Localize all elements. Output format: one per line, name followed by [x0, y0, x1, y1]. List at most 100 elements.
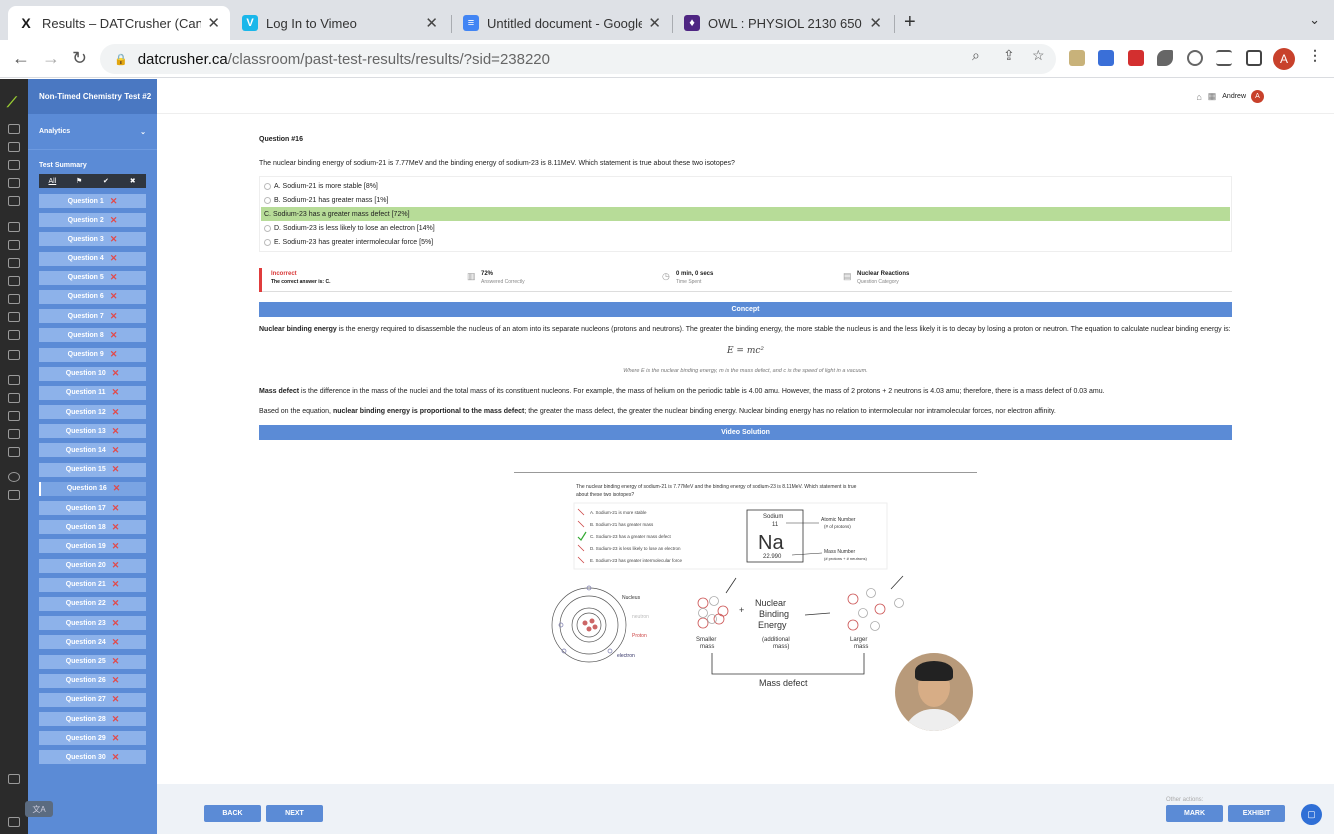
tab-search-chevron-icon[interactable]: ⌄ — [1309, 12, 1320, 28]
filter-flagged-icon[interactable]: ⚑ — [66, 174, 93, 188]
extension-pdf-icon[interactable] — [1128, 50, 1144, 66]
sidebar-question-item[interactable]: Question 25 ✕ — [39, 654, 146, 669]
sidebar-question-item[interactable]: Question 20 ✕ — [39, 558, 146, 573]
forward-arrow-icon[interactable]: → — [42, 48, 60, 69]
sidebar-question-item[interactable]: Question 2 ✕ — [39, 213, 146, 228]
back-arrow-icon[interactable]: ← — [12, 48, 30, 69]
rail-nav-icon[interactable] — [8, 411, 20, 421]
address-bar[interactable]: 🔒 datcrusher.ca/classroom/past-test-resu… — [100, 44, 1056, 74]
bookmark-star-icon[interactable]: ☆ — [1032, 47, 1045, 64]
rail-star-icon[interactable] — [8, 490, 20, 500]
chat-support-icon[interactable]: ▢ — [1301, 804, 1322, 825]
rail-nav-icon[interactable] — [8, 393, 20, 403]
extension-bolt-icon[interactable] — [1187, 50, 1203, 66]
answer-option[interactable]: A. Sodium-21 is more stable [8%] — [261, 179, 1230, 193]
sidebar-question-item[interactable]: Question 27 ✕ — [39, 692, 146, 707]
sidebar-question-item[interactable]: Question 14 ✕ — [39, 443, 146, 458]
filter-all[interactable]: All — [39, 174, 66, 188]
rail-nav-icon[interactable] — [8, 160, 20, 170]
close-tab-icon[interactable]: ✕ — [648, 14, 661, 32]
rail-nav-icon[interactable] — [8, 196, 20, 206]
back-button[interactable]: BACK — [204, 805, 261, 822]
sidebar-question-item[interactable]: Question 11 ✕ — [39, 385, 146, 400]
mark-button[interactable]: MARK — [1166, 805, 1223, 822]
sidebar-question-item[interactable]: Question 1 ✕ — [39, 194, 146, 208]
sidebar-question-item[interactable]: Question 10 ✕ — [39, 366, 146, 381]
tab-google-docs[interactable]: ≡ Untitled document - Google Do ✕ — [453, 6, 671, 40]
rail-nav-icon[interactable] — [8, 350, 20, 360]
rail-home-icon[interactable] — [8, 774, 20, 784]
close-tab-icon[interactable]: ✕ — [425, 14, 438, 32]
new-tab-icon[interactable]: + — [904, 11, 916, 34]
translate-toggle-icon[interactable]: 文A — [25, 801, 53, 817]
rail-help-icon[interactable] — [8, 472, 20, 482]
tab-owl[interactable]: ♦ OWL : PHYSIOL 2130 650 SU2 ✕ — [674, 6, 892, 40]
sidebar-question-item[interactable]: Question 26 ✕ — [39, 673, 146, 688]
close-tab-icon[interactable]: ✕ — [869, 14, 882, 32]
rail-nav-icon[interactable] — [8, 240, 20, 250]
rail-nav-icon[interactable] — [8, 429, 20, 439]
sidebar-question-item[interactable]: Question 7 ✕ — [39, 309, 146, 324]
sidebar-question-item[interactable]: Question 15 ✕ — [39, 462, 146, 477]
answer-option[interactable]: B. Sodium-21 has greater mass [1%] — [261, 193, 1230, 207]
sidebar-question-item[interactable]: Question 29 ✕ — [39, 731, 146, 746]
sidebar-question-item[interactable]: Question 18 ✕ — [39, 520, 146, 535]
home-icon[interactable]: ⌂ — [1196, 92, 1201, 102]
exhibit-button[interactable]: EXHIBIT — [1228, 805, 1285, 822]
sidebar-question-item[interactable]: Question 17 ✕ — [39, 501, 146, 515]
filter-incorrect-icon[interactable]: ✖ — [119, 174, 146, 188]
rail-nav-icon[interactable] — [8, 222, 20, 232]
reading-list-icon[interactable] — [1216, 50, 1232, 66]
sidebar-question-item[interactable]: Question 12 ✕ — [39, 405, 146, 420]
institution-icon[interactable]: ▦ — [1208, 91, 1217, 102]
sidebar-question-item[interactable]: Question 9 ✕ — [39, 347, 146, 362]
tab-vimeo[interactable]: V Log In to Vimeo ✕ — [232, 6, 448, 40]
sidebar-question-item[interactable]: Question 13 ✕ — [39, 424, 146, 439]
share-icon[interactable]: ⇪ — [1003, 47, 1015, 64]
datcrusher-logo-icon[interactable]: ⟋ — [7, 94, 17, 111]
sidebar-question-item[interactable]: Question 21 ✕ — [39, 577, 146, 592]
user-avatar[interactable]: A — [1251, 90, 1264, 103]
rail-nav-icon[interactable] — [8, 258, 20, 268]
extensions-puzzle-icon[interactable] — [1157, 50, 1173, 66]
sidebar-question-item[interactable]: Question 30 ✕ — [39, 750, 146, 765]
rail-nav-icon[interactable] — [8, 294, 20, 304]
sidebar-question-item[interactable]: Question 5 ✕ — [39, 270, 146, 285]
sidebar-question-item[interactable]: Question 22 ✕ — [39, 596, 146, 611]
radio-button-icon[interactable] — [264, 238, 271, 246]
filter-correct-icon[interactable]: ✔ — [93, 174, 120, 188]
tab-datcrusher[interactable]: X Results – DATCrusher (Canadia ✕ — [8, 6, 230, 40]
rail-nav-icon[interactable] — [8, 142, 20, 152]
rail-nav-icon[interactable] — [8, 330, 20, 340]
browser-menu-icon[interactable]: ⋮ — [1308, 47, 1322, 64]
sidebar-question-item[interactable]: Question 28 ✕ — [39, 712, 146, 727]
next-button[interactable]: NEXT — [266, 805, 323, 822]
sidebar-question-item[interactable]: Question 24 ✕ — [39, 635, 146, 650]
rail-nav-icon[interactable] — [8, 124, 20, 134]
extension-wave-icon[interactable] — [1098, 50, 1114, 66]
sidebar-question-item[interactable]: Question 16 ✕ — [39, 481, 146, 496]
sidebar-question-item[interactable]: Question 4 ✕ — [39, 251, 146, 266]
rail-logout-icon[interactable] — [8, 817, 20, 827]
sidebar-question-item[interactable]: Question 19 ✕ — [39, 539, 146, 554]
sidebar-question-item[interactable]: Question 8 ✕ — [39, 328, 146, 343]
reload-icon[interactable]: ↻ — [72, 48, 87, 69]
user-name[interactable]: Andrew — [1222, 93, 1246, 100]
answer-option[interactable]: E. Sodium-23 has greater intermolecular … — [261, 235, 1230, 249]
radio-button-icon[interactable] — [264, 224, 271, 232]
rail-nav-icon[interactable] — [8, 312, 20, 322]
rail-nav-icon[interactable] — [8, 375, 20, 385]
close-tab-icon[interactable]: ✕ — [207, 14, 220, 32]
profile-avatar[interactable]: A — [1273, 48, 1295, 70]
sidebar-question-item[interactable]: Question 23 ✕ — [39, 616, 146, 631]
rail-nav-icon[interactable] — [8, 447, 20, 457]
rail-nav-icon[interactable] — [8, 276, 20, 286]
rail-nav-icon[interactable] — [8, 178, 20, 188]
radio-button-icon[interactable] — [264, 196, 271, 204]
extension-notes-icon[interactable] — [1069, 50, 1085, 66]
zoom-icon[interactable]: ⌕ — [972, 47, 980, 64]
sidebar-question-item[interactable]: Question 6 ✕ — [39, 289, 146, 304]
analytics-menu[interactable]: Analytics ⌄ — [28, 114, 157, 150]
radio-button-icon[interactable] — [264, 182, 271, 190]
side-panel-icon[interactable] — [1246, 50, 1262, 66]
